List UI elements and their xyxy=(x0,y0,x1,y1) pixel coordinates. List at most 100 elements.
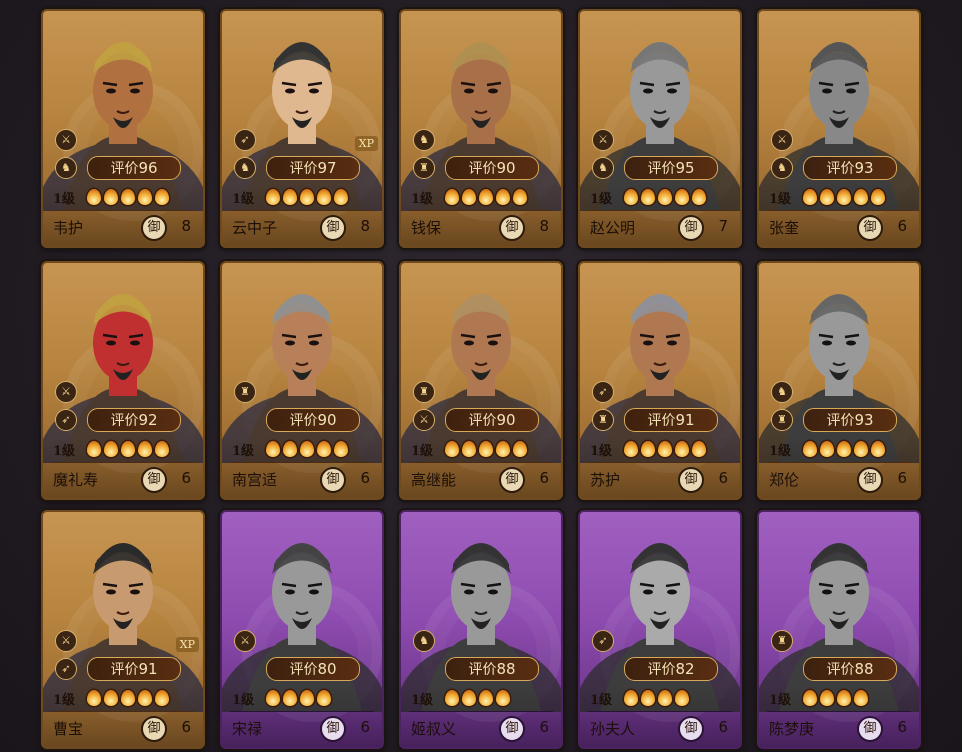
star-flame-icon xyxy=(462,189,476,205)
star-flame-icon xyxy=(300,441,314,457)
level-row: 1级 xyxy=(232,439,377,459)
rating-label: 评价 xyxy=(826,413,855,429)
skill-badge-icon: ♞ xyxy=(413,630,435,652)
star-flames xyxy=(803,189,888,209)
rating-value: 95 xyxy=(675,159,695,177)
star-flames xyxy=(445,189,530,209)
rating-plate: 评价88 xyxy=(445,657,539,681)
skill-badge-icon: ⚔ xyxy=(55,129,77,151)
star-flame-icon xyxy=(121,189,135,205)
star-flame-icon xyxy=(121,441,135,457)
rating-value: 90 xyxy=(496,411,516,429)
star-flame-icon xyxy=(692,189,706,205)
rating-plate: 评价92 xyxy=(87,408,181,432)
general-portrait xyxy=(222,263,382,463)
level-label: 1级 xyxy=(769,192,792,207)
star-flame-icon xyxy=(837,441,851,457)
star-flame-icon xyxy=(266,690,280,706)
general-card[interactable]: ⚔ ♞ 评价93 1级 张奎 御 6 xyxy=(757,9,921,248)
general-card[interactable]: ♞ ♜ 评价93 1级 郑伦 御 6 xyxy=(757,261,921,500)
star-flame-icon xyxy=(317,441,331,457)
level-label: 1级 xyxy=(411,192,434,207)
general-card[interactable]: ⚔ ➶ 评价92 1级 魔礼寿 御 6 xyxy=(41,261,205,500)
level-row: 1级 xyxy=(232,688,377,708)
footer-divider xyxy=(409,210,553,211)
star-flame-icon xyxy=(479,189,493,205)
star-flame-icon xyxy=(820,690,834,706)
level-label: 1级 xyxy=(53,444,76,459)
level-label: 1级 xyxy=(232,444,255,459)
general-name: 苏护 xyxy=(590,471,621,489)
general-card[interactable]: ➶ 评价82 1级 孙夫人 御 6 xyxy=(578,510,742,749)
general-portrait xyxy=(222,512,382,712)
defense-value: 6 xyxy=(539,469,549,487)
general-portrait-art xyxy=(580,543,740,712)
defense-icon: 御 xyxy=(678,467,704,493)
star-flames xyxy=(624,690,692,710)
defense-icon: 御 xyxy=(499,467,525,493)
rating-label: 评价 xyxy=(826,662,855,678)
star-flame-icon xyxy=(138,189,152,205)
rating-label: 评价 xyxy=(647,161,676,177)
skill-badges: ⚔ ➶ xyxy=(55,381,79,437)
skill-badge-icon: ♜ xyxy=(413,157,435,179)
general-name: 云中子 xyxy=(232,219,278,237)
rating-label: 评价 xyxy=(289,413,318,429)
general-card[interactable]: ♞ 评价88 1级 姬叔义 御 6 xyxy=(399,510,563,749)
defense-icon: 御 xyxy=(857,467,883,493)
star-flame-icon xyxy=(334,441,348,457)
rating-plate: 评价95 xyxy=(624,156,718,180)
defense-icon: 御 xyxy=(320,716,346,742)
general-card[interactable]: ➶ ♞ XP 评价97 1级 云中子 御 8 xyxy=(220,9,384,248)
rating-plate: 评价93 xyxy=(803,156,897,180)
rating-plate: 评价82 xyxy=(624,657,718,681)
star-flame-icon xyxy=(155,189,169,205)
star-flames xyxy=(803,690,871,710)
xp-tag: XP xyxy=(354,136,378,151)
defense-value: 8 xyxy=(360,217,370,235)
star-flames xyxy=(624,189,709,209)
star-flame-icon xyxy=(803,189,817,205)
rating-value: 93 xyxy=(854,159,874,177)
rating-value: 90 xyxy=(496,159,516,177)
rating-plate: 评价90 xyxy=(445,156,539,180)
star-flame-icon xyxy=(641,189,655,205)
defense-value: 6 xyxy=(718,469,728,487)
general-card[interactable]: ⚔ 评价80 1级 宋禄 御 6 xyxy=(220,510,384,749)
star-flame-icon xyxy=(624,189,638,205)
general-card[interactable]: ⚔ ♞ 评价95 1级 赵公明 御 7 xyxy=(578,9,742,248)
general-card[interactable]: ➶ ♜ 评价91 1级 苏护 御 6 xyxy=(578,261,742,500)
star-flame-icon xyxy=(104,690,118,706)
skill-badges: ⚔ ➶ xyxy=(55,630,79,686)
star-flame-icon xyxy=(803,690,817,706)
skill-badge-icon: ♞ xyxy=(413,129,435,151)
footer-divider xyxy=(588,462,732,463)
skill-badge-icon: ♜ xyxy=(592,409,614,431)
star-flame-icon xyxy=(121,690,135,706)
general-card[interactable]: ⚔ ➶ XP 评价91 1级 曹宝 御 6 xyxy=(41,510,205,749)
level-label: 1级 xyxy=(769,444,792,459)
xp-tag: XP xyxy=(175,637,199,652)
star-flame-icon xyxy=(854,441,868,457)
level-row: 1级 xyxy=(590,187,735,207)
star-flame-icon xyxy=(445,441,459,457)
rating-label: 评价 xyxy=(289,662,318,678)
general-card-grid: ⚔ ♞ 评价96 1级 韦护 御 8 ➶ ♞ XP 评价97 1级 云中子 御 … xyxy=(0,0,962,752)
star-flame-icon xyxy=(87,189,101,205)
star-flame-icon xyxy=(803,441,817,457)
star-flame-icon xyxy=(641,690,655,706)
general-card[interactable]: ♜ 评价90 1级 南宫适 御 6 xyxy=(220,261,384,500)
general-name: 宋禄 xyxy=(232,720,263,738)
star-flame-icon xyxy=(283,441,297,457)
skill-badge-icon: ⚔ xyxy=(55,630,77,652)
star-flame-icon xyxy=(496,441,510,457)
general-card[interactable]: ♜ 评价88 1级 陈梦庚 御 6 xyxy=(757,510,921,749)
level-label: 1级 xyxy=(590,192,613,207)
level-row: 1级 xyxy=(232,187,377,207)
general-card[interactable]: ♞ ♜ 评价90 1级 钱保 御 8 xyxy=(399,9,563,248)
star-flame-icon xyxy=(317,690,331,706)
general-card[interactable]: ♜ ⚔ 评价90 1级 高继能 御 6 xyxy=(399,261,563,500)
general-portrait-art xyxy=(759,543,919,712)
star-flame-icon xyxy=(104,189,118,205)
general-card[interactable]: ⚔ ♞ 评价96 1级 韦护 御 8 xyxy=(41,9,205,248)
